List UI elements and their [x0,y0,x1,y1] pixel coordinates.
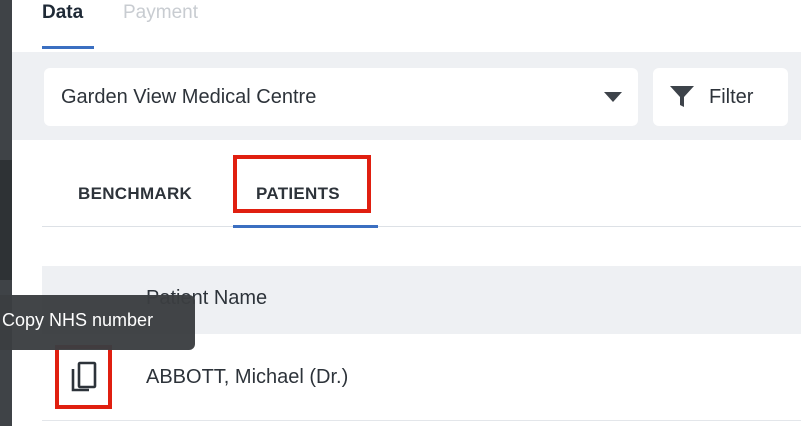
tab-benchmark[interactable]: BENCHMARK [78,184,192,204]
filter-button[interactable]: Filter [653,68,788,126]
side-edge-block [0,160,12,280]
filter-icon [670,86,694,107]
patient-name-cell[interactable]: ABBOTT, Michael (Dr.) [146,366,348,389]
patients-tab-highlight [233,155,371,213]
tab-data[interactable]: Data [42,2,83,24]
tab-payment[interactable]: Payment [123,2,198,24]
caret-down-icon [604,92,622,102]
inner-tabs: BENCHMARK PATIENTS [42,150,801,230]
app-side-edge [0,0,12,426]
filter-button-label: Filter [709,85,754,108]
practice-select[interactable]: Garden View Medical Centre [44,68,638,126]
copy-icon [71,361,96,392]
tab-patients-underline [233,225,378,228]
tabs-divider [42,226,801,227]
practice-select-value: Garden View Medical Centre [61,85,317,108]
tab-data-underline [42,46,94,49]
copy-nhs-tooltip: Copy NHS number [0,295,195,350]
copy-nhs-number-button[interactable] [55,345,112,409]
